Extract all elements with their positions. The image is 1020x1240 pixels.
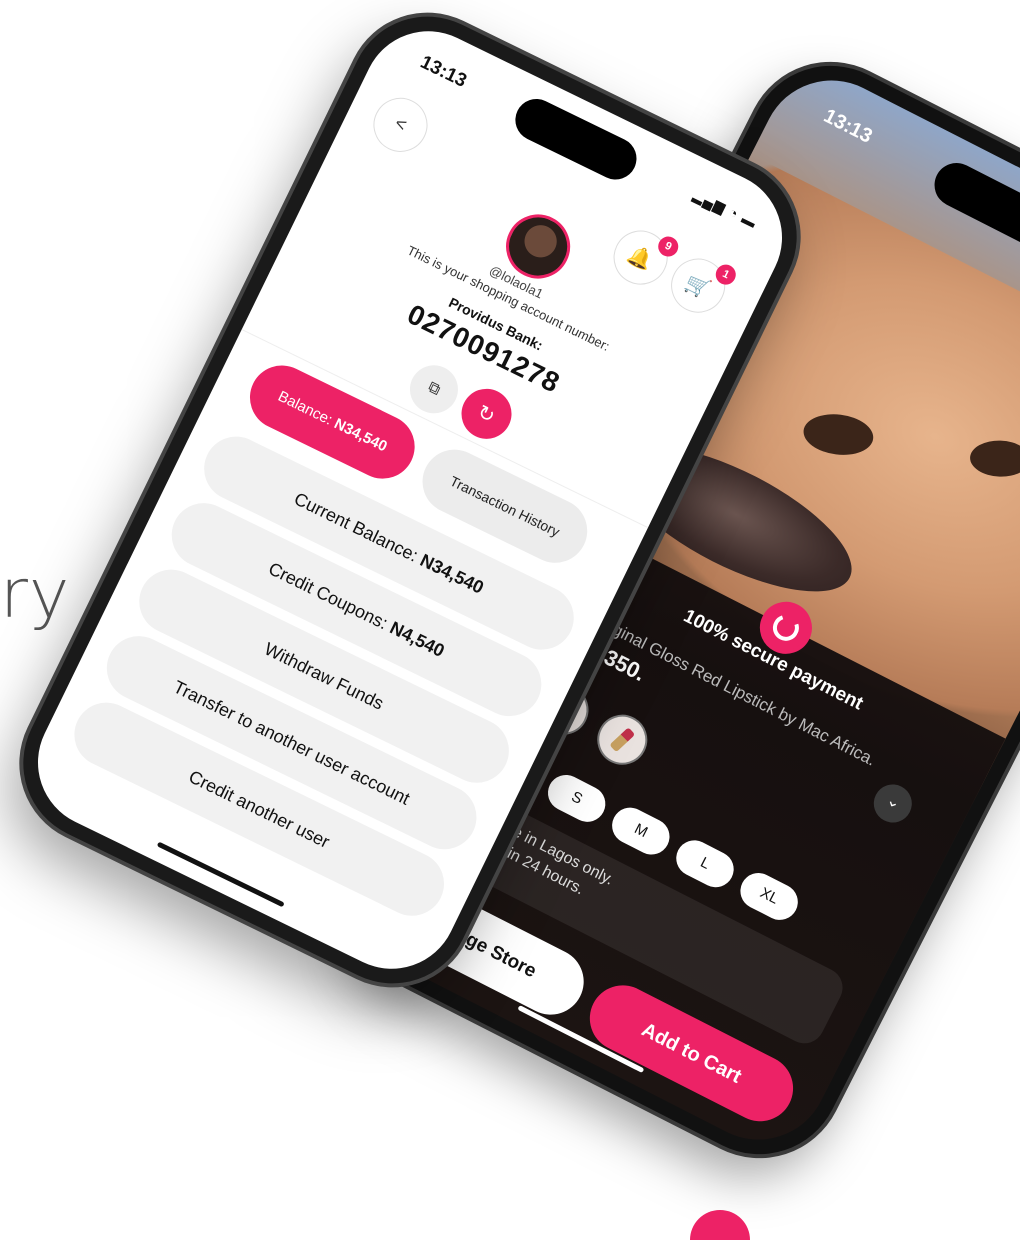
notifications-button[interactable]: 🔔 9: [604, 221, 682, 294]
refresh-icon: ↻: [473, 400, 499, 428]
decorative-shape: [690, 1210, 750, 1240]
balance-value: N34,540: [331, 415, 390, 456]
back-button[interactable]: <: [364, 88, 437, 161]
chevron-left-icon: <: [391, 112, 411, 136]
cart-badge: 1: [712, 261, 740, 288]
status-icons: ▂▄▆ ◔ ▬: [690, 186, 760, 231]
row-value: N34,540: [416, 549, 487, 598]
bell-icon: 🔔: [624, 242, 657, 274]
notifications-badge: 9: [654, 233, 682, 260]
lipstick-icon: [609, 727, 636, 753]
cart-button[interactable]: 🛒 1: [662, 249, 740, 322]
copy-icon: ⧉: [425, 378, 444, 399]
dynamic-island: [926, 155, 1020, 259]
status-time: 13:13: [820, 104, 876, 148]
background-heading-fragment: ry: [0, 555, 71, 634]
cart-icon: 🛒: [681, 270, 714, 302]
dynamic-island: [508, 91, 644, 187]
home-indicator: [156, 841, 285, 908]
row-value: N4,540: [386, 617, 448, 661]
balance-label: Balance:: [275, 387, 339, 431]
status-time: 13:13: [416, 51, 470, 92]
chevron-down-icon: ⌄: [883, 791, 904, 813]
